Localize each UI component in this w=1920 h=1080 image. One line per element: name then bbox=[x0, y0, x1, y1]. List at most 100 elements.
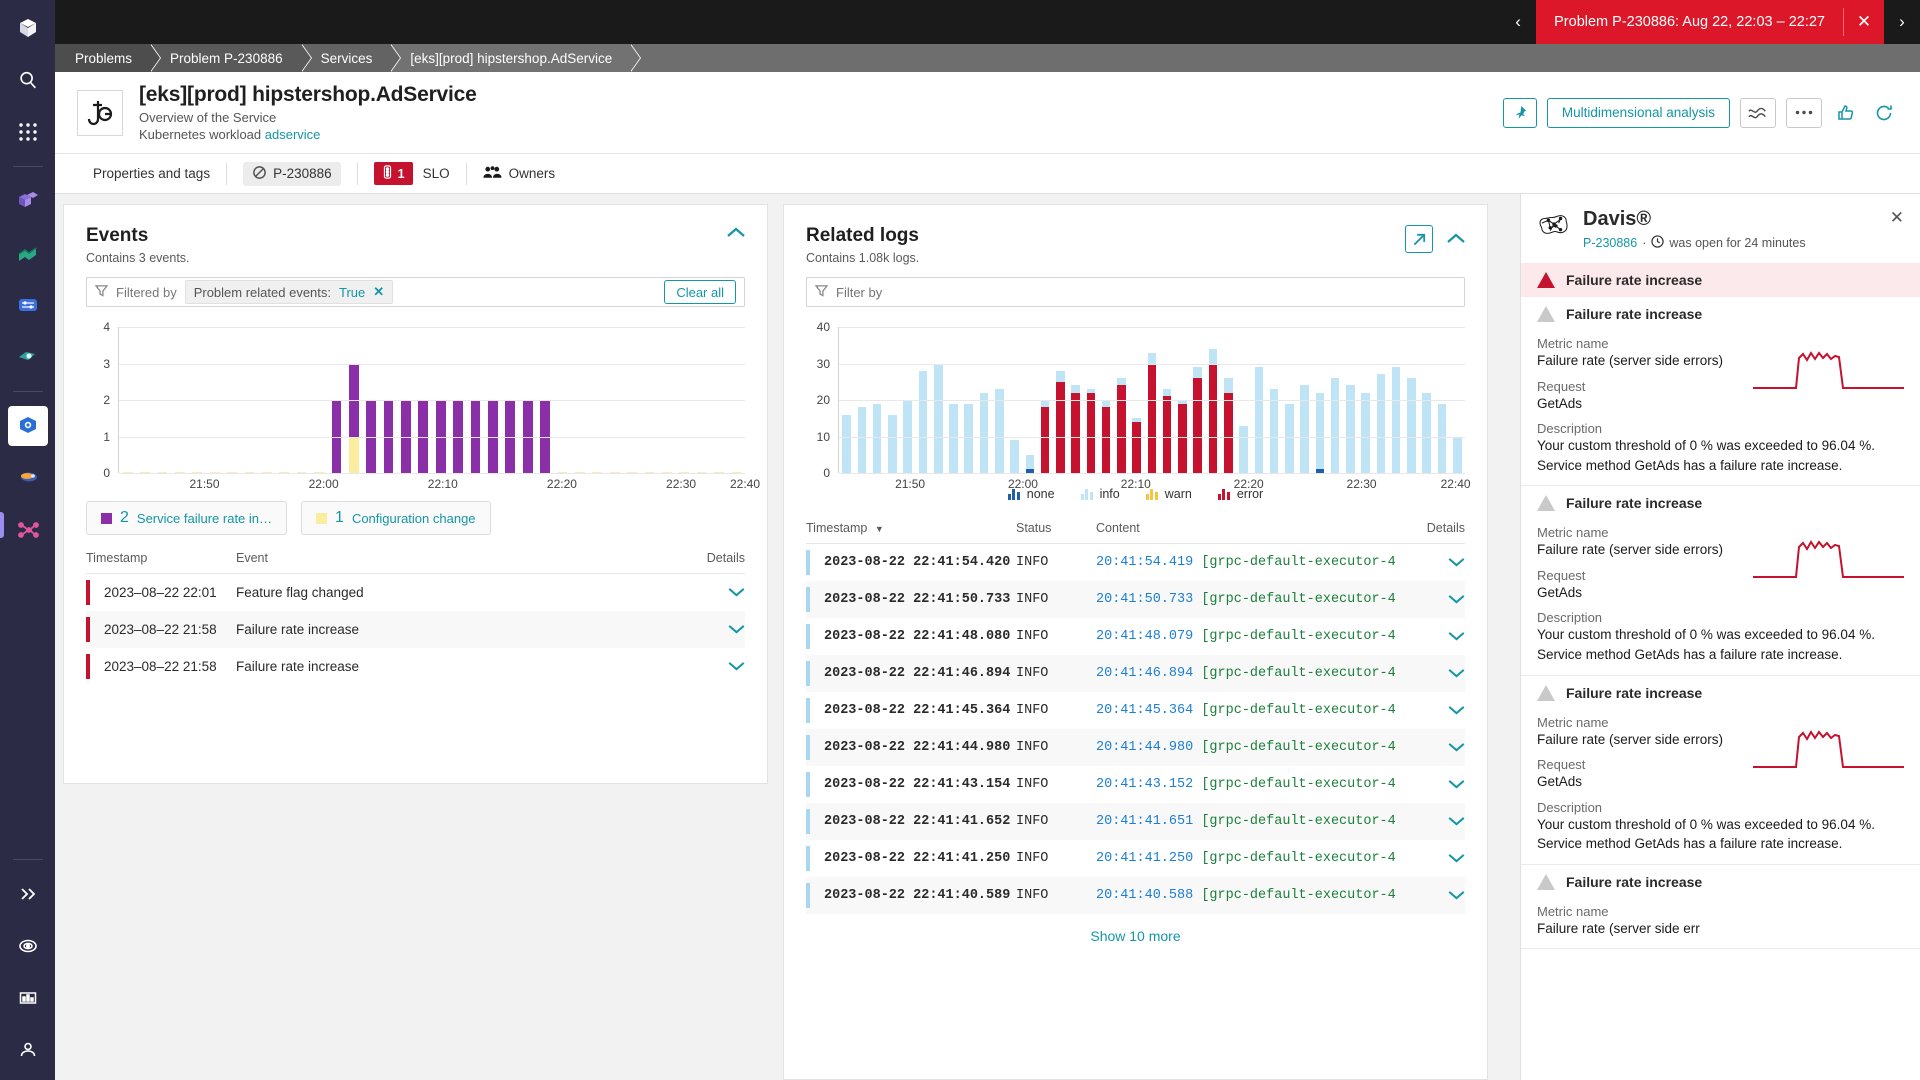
logs-col-status[interactable]: Status bbox=[1016, 521, 1096, 544]
tab-problem[interactable]: P-230886 bbox=[227, 161, 357, 187]
chart-bar[interactable] bbox=[1208, 348, 1218, 473]
chart-bar[interactable] bbox=[1056, 370, 1065, 473]
log-expand-cell[interactable] bbox=[1395, 581, 1465, 618]
problem-banner[interactable]: Problem P-230886: Aug 22, 22:03 – 22:27 … bbox=[1536, 0, 1884, 44]
breadcrumb-item-current[interactable]: [eks][prod] hipstershop.AdService bbox=[390, 44, 642, 72]
chart-bar[interactable] bbox=[348, 363, 359, 473]
davis-event-card[interactable]: Failure rate increase Metric name Failure … bbox=[1521, 486, 1920, 676]
events-chart[interactable]: 0 1 2 3 4 21:50 22:00 22:10 22:20 22:30 22:40 bbox=[86, 320, 760, 491]
topology-icon[interactable] bbox=[8, 510, 48, 550]
chart-bar[interactable] bbox=[1285, 403, 1294, 473]
chart-bar[interactable] bbox=[995, 389, 1004, 473]
chart-bar[interactable] bbox=[1346, 385, 1355, 473]
table-row[interactable]: 2023-08-22 22:41:41.652 INFO 20:41:41.651 … bbox=[806, 803, 1465, 840]
chart-bar[interactable] bbox=[933, 363, 943, 473]
chart-bar[interactable] bbox=[1361, 392, 1370, 473]
chart-bar[interactable] bbox=[979, 392, 989, 473]
logs-col-timestamp[interactable]: Timestamp ▼ bbox=[806, 521, 1016, 544]
chart-bar[interactable] bbox=[857, 407, 867, 473]
prev-problem-button[interactable]: ‹ bbox=[1500, 0, 1536, 44]
multidimensional-analysis-button[interactable]: Multidimensional analysis bbox=[1546, 97, 1730, 128]
chart-bar[interactable] bbox=[1132, 418, 1141, 473]
workload-link[interactable]: adservice bbox=[265, 127, 321, 142]
table-row[interactable]: 2023-08-22 22:41:46.894 INFO 20:41:46.894 … bbox=[806, 655, 1465, 692]
bars-icon[interactable] bbox=[8, 978, 48, 1018]
table-row[interactable]: 2023-08-22 22:41:40.589 INFO 20:41:40.588 … bbox=[806, 877, 1465, 914]
chart-bar[interactable] bbox=[1300, 385, 1309, 473]
log-expand-cell[interactable] bbox=[1395, 544, 1465, 582]
chart-bar[interactable] bbox=[1407, 378, 1416, 473]
log-expand-cell[interactable] bbox=[1395, 766, 1465, 803]
legend-button-configuration-change[interactable]: 1 Configuration change bbox=[301, 501, 491, 535]
chart-bar[interactable] bbox=[842, 414, 851, 473]
events-col-timestamp[interactable]: Timestamp bbox=[86, 551, 236, 574]
thumbs-up-icon[interactable] bbox=[1832, 98, 1860, 128]
table-row[interactable]: 2023–08–22 21:58 Failure rate increase bbox=[86, 611, 745, 648]
search-icon[interactable] bbox=[8, 60, 48, 100]
chart-bar[interactable] bbox=[1422, 392, 1431, 473]
breadcrumb-item-problem-id[interactable]: Problem P-230886 bbox=[150, 44, 312, 72]
sidebar-item-kubernetes[interactable] bbox=[7, 406, 48, 446]
chart-bar[interactable] bbox=[1086, 389, 1096, 473]
chart-bar[interactable] bbox=[1147, 352, 1157, 473]
log-expand-cell[interactable] bbox=[1395, 877, 1465, 914]
event-expand-cell[interactable] bbox=[665, 648, 745, 685]
rocket-icon[interactable] bbox=[8, 458, 48, 498]
davis-event-card[interactable]: Failure rate increase Metric name Failure … bbox=[1521, 297, 1920, 487]
davis-event-header[interactable]: Failure rate increase bbox=[1521, 297, 1920, 324]
log-expand-cell[interactable] bbox=[1395, 692, 1465, 729]
chart-bar[interactable] bbox=[1162, 389, 1172, 473]
open-external-icon[interactable] bbox=[1405, 225, 1433, 253]
event-expand-cell[interactable] bbox=[665, 611, 745, 648]
chart-bar[interactable] bbox=[1071, 385, 1080, 473]
close-icon[interactable]: ✕ bbox=[1890, 208, 1904, 228]
table-row[interactable]: 2023-08-22 22:41:54.420 INFO 20:41:54.419 … bbox=[806, 544, 1465, 582]
refresh-icon[interactable] bbox=[1870, 98, 1898, 128]
wave-icon[interactable] bbox=[1740, 97, 1776, 128]
chart-bar[interactable] bbox=[1254, 367, 1264, 473]
chart-bar[interactable] bbox=[1224, 378, 1233, 473]
chart-bar[interactable] bbox=[949, 403, 958, 473]
sliders-blue-icon[interactable] bbox=[8, 285, 48, 325]
ellipsis-icon[interactable] bbox=[1786, 97, 1822, 128]
books-icon[interactable] bbox=[8, 181, 48, 221]
logs-filter-input[interactable] bbox=[836, 284, 1456, 300]
davis-event-header[interactable]: Failure rate increase bbox=[1521, 486, 1920, 513]
chart-bar[interactable] bbox=[1025, 454, 1035, 473]
chart-bar[interactable] bbox=[1330, 378, 1340, 473]
shield-icon[interactable] bbox=[8, 337, 48, 377]
breadcrumb-item-services[interactable]: Services bbox=[300, 44, 402, 72]
chart-bar[interactable] bbox=[1437, 403, 1447, 473]
legend-button-failure-rate[interactable]: 2 Service failure rate in… bbox=[86, 501, 288, 535]
logs-filter-bar[interactable] bbox=[806, 277, 1465, 307]
tab-properties-and-tags[interactable]: Properties and tags bbox=[77, 161, 226, 187]
log-expand-cell[interactable] bbox=[1395, 729, 1465, 766]
chart-bar[interactable] bbox=[1376, 374, 1386, 473]
apps-grid-icon[interactable] bbox=[8, 112, 48, 152]
chart-bar[interactable] bbox=[1269, 389, 1279, 473]
event-expand-cell[interactable] bbox=[665, 574, 745, 612]
events-filter-bar[interactable]: Filtered by Problem related events: True… bbox=[86, 277, 745, 307]
events-collapse-icon[interactable] bbox=[727, 225, 745, 242]
chart-bar[interactable] bbox=[1452, 436, 1462, 473]
table-row[interactable]: 2023-08-22 22:41:43.154 INFO 20:41:43.152 … bbox=[806, 766, 1465, 803]
target-icon[interactable] bbox=[8, 926, 48, 966]
davis-problem-link[interactable]: P-230886 bbox=[1583, 236, 1637, 250]
chart-bar[interactable] bbox=[1239, 425, 1248, 473]
chart-bar[interactable] bbox=[1010, 440, 1019, 473]
davis-event-card[interactable]: Failure rate increase Metric name Failure … bbox=[1521, 676, 1920, 865]
chart-bar[interactable] bbox=[918, 370, 928, 473]
chart-bar[interactable] bbox=[872, 403, 882, 473]
chevrons-right-icon[interactable] bbox=[8, 874, 48, 914]
events-col-event[interactable]: Event bbox=[236, 551, 665, 574]
table-row[interactable]: 2023-08-22 22:41:45.364 INFO 20:41:45.364 … bbox=[806, 692, 1465, 729]
chart-bar[interactable] bbox=[1391, 367, 1401, 473]
filter-chip[interactable]: Problem related events: True ✕ bbox=[184, 280, 394, 304]
close-problem-banner-button[interactable]: ✕ bbox=[1844, 0, 1884, 44]
table-row[interactable]: 2023-08-22 22:41:48.080 INFO 20:41:48.079 … bbox=[806, 618, 1465, 655]
davis-event-header[interactable]: Failure rate increase bbox=[1521, 865, 1920, 892]
table-row[interactable]: 2023–08–22 21:58 Failure rate increase bbox=[86, 648, 745, 685]
breadcrumb-item-problems[interactable]: Problems bbox=[55, 44, 162, 72]
pin-icon[interactable] bbox=[1502, 97, 1537, 128]
table-row[interactable]: 2023-08-22 22:41:50.733 INFO 20:41:50.733 … bbox=[806, 581, 1465, 618]
